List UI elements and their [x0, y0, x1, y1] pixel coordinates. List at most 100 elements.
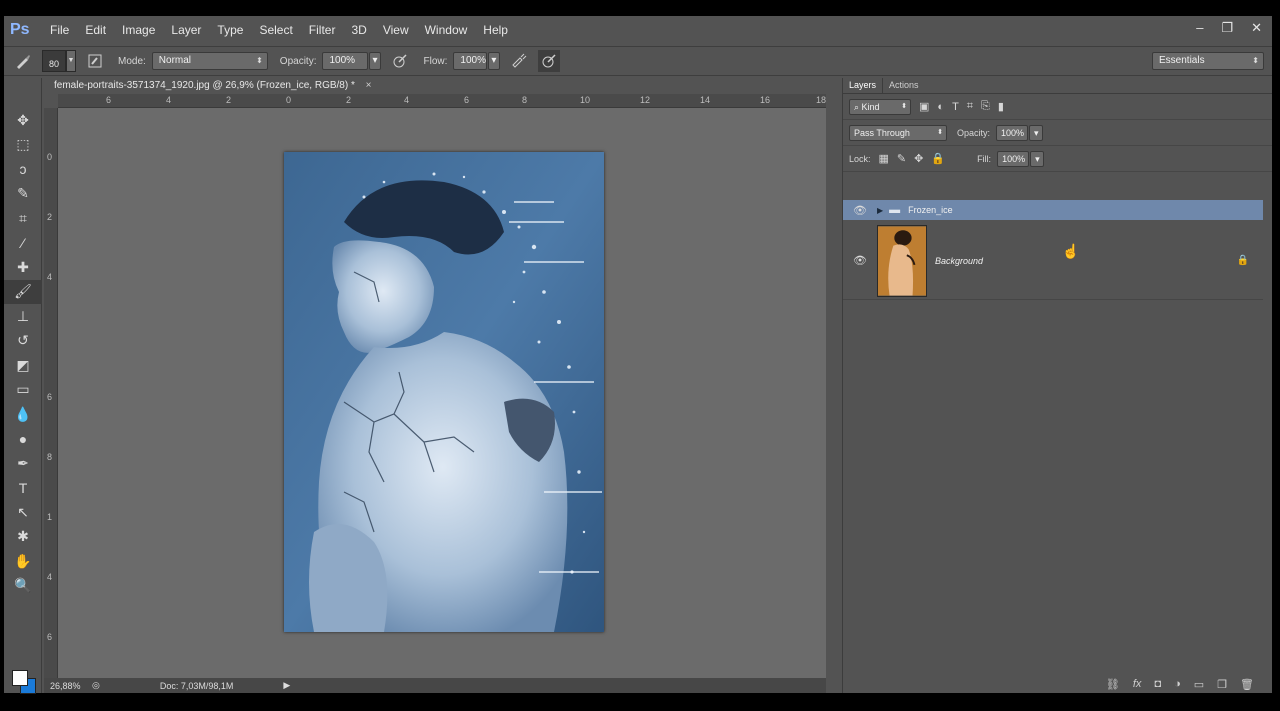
status-menu-arrow-icon[interactable]: ▶: [283, 680, 290, 691]
opacity-dropdown-icon[interactable]: ▾: [369, 52, 382, 70]
brush-size-field[interactable]: 80: [42, 50, 66, 72]
new-group-icon[interactable]: ▭: [1194, 678, 1204, 691]
delete-layer-icon[interactable]: 🗑: [1240, 678, 1254, 691]
crop-tool-icon[interactable]: ⌗: [4, 206, 42, 231]
menu-window[interactable]: Window: [425, 23, 468, 37]
filter-toggle-icon[interactable]: ▮: [998, 100, 1004, 113]
tab-actions[interactable]: Actions: [883, 78, 925, 93]
tab-layers[interactable]: Layers: [843, 78, 884, 93]
path-selection-tool-icon[interactable]: ↖: [4, 500, 42, 525]
chevron-down-icon: ⬍: [901, 102, 907, 110]
fill-field[interactable]: 100%: [997, 150, 1030, 167]
blur-tool-icon[interactable]: 💧: [4, 402, 42, 427]
eyedropper-tool-icon[interactable]: ⁄: [4, 231, 42, 256]
layer-row-background[interactable]: 👁 Background 🔒: [843, 222, 1263, 300]
restore-button[interactable]: ❐: [1221, 20, 1233, 36]
link-layers-icon[interactable]: ⛓: [1106, 678, 1120, 691]
status-bar: 26,88% ◎ Doc: 7,03M/98,1M ▶: [44, 678, 826, 693]
hand-tool-icon[interactable]: ✋: [4, 549, 42, 574]
brush-tool-preset-icon[interactable]: [12, 50, 34, 72]
lasso-tool-icon[interactable]: ↄ: [4, 157, 42, 182]
status-info-icon[interactable]: ◎: [92, 680, 100, 691]
opacity-dropdown-icon[interactable]: ▾: [1029, 124, 1044, 141]
opacity-field[interactable]: 100%: [322, 52, 369, 70]
ruler-tick: 2: [346, 95, 352, 105]
menu-help[interactable]: Help: [483, 23, 508, 37]
ruler-tick: 4: [47, 272, 53, 282]
menu-layer[interactable]: Layer: [171, 23, 201, 37]
menu-select[interactable]: Select: [259, 23, 292, 37]
quick-selection-tool-icon[interactable]: ✎: [4, 182, 42, 207]
minimize-button[interactable]: –: [1196, 20, 1203, 36]
pen-tool-icon[interactable]: ✒: [4, 451, 42, 476]
chevron-down-icon: ⬍: [937, 128, 943, 136]
dodge-tool-icon[interactable]: ●: [4, 427, 42, 452]
zoom-tool-icon[interactable]: 🔍: [4, 574, 42, 599]
tools-panel: ✥ ⬚ ↄ ✎ ⌗ ⁄ ✚ 🖌 ⊥ ↺ ◩ ▭ 💧 ● ✒ T ↖ ✱ ✋ 🔍: [4, 78, 42, 694]
workspace-select[interactable]: Essentials ⬍: [1152, 52, 1264, 70]
menu-image[interactable]: Image: [122, 23, 155, 37]
foreground-color-swatch[interactable]: [12, 670, 28, 686]
lock-transparency-icon[interactable]: ▦: [879, 152, 889, 165]
menu-filter[interactable]: Filter: [309, 23, 336, 37]
pressure-opacity-icon[interactable]: [389, 50, 411, 72]
menu-view[interactable]: View: [383, 23, 409, 37]
fill-dropdown-icon[interactable]: ▾: [1030, 150, 1045, 167]
layers-panel-footer: ⛓ fx ◘ ◑ ▭ ❐ 🗑: [843, 675, 1272, 693]
airbrush-icon[interactable]: [508, 50, 530, 72]
adjustment-layer-icon[interactable]: ◑: [1174, 678, 1181, 690]
type-tool-icon[interactable]: T: [4, 476, 42, 501]
blend-row: Pass Through ⬍ Opacity: 100% ▾: [843, 120, 1272, 146]
adjustment-layer-filter-icon[interactable]: ◐: [937, 101, 944, 113]
expand-arrow-icon[interactable]: ▶: [877, 206, 883, 215]
blend-mode-select[interactable]: Pass Through ⬍: [849, 124, 947, 141]
menu-bar: Ps File Edit Image Layer Type Select Fil…: [4, 16, 1272, 44]
move-tool-icon[interactable]: ✥: [4, 108, 42, 133]
menu-edit[interactable]: Edit: [85, 23, 106, 37]
menu-file[interactable]: File: [50, 23, 69, 37]
ruler-tick: 12: [640, 95, 651, 105]
pressure-size-icon[interactable]: [538, 50, 561, 72]
app-logo: Ps: [10, 21, 30, 38]
close-button[interactable]: ✕: [1251, 20, 1262, 36]
add-mask-icon[interactable]: ◘: [1154, 678, 1161, 690]
lock-position-icon[interactable]: ✥: [914, 152, 923, 165]
menu-type[interactable]: Type: [217, 23, 243, 37]
visibility-eye-icon[interactable]: 👁: [849, 254, 871, 267]
layer-row-frozen-ice[interactable]: 👁 ▶ ▬ Frozen_ice: [843, 200, 1263, 220]
history-brush-tool-icon[interactable]: ↺: [4, 329, 42, 354]
layer-opacity-field[interactable]: 100%: [996, 124, 1029, 141]
ruler-tick: 8: [522, 95, 528, 105]
brush-size-dropdown-icon[interactable]: ▼: [66, 50, 76, 72]
brush-panel-toggle-icon[interactable]: [84, 50, 106, 72]
fx-icon[interactable]: fx: [1133, 678, 1142, 690]
type-layer-filter-icon[interactable]: T: [952, 101, 959, 113]
clone-stamp-tool-icon[interactable]: ⊥: [4, 304, 42, 329]
pixel-layer-filter-icon[interactable]: ▣: [919, 100, 929, 113]
eraser-tool-icon[interactable]: ◩: [4, 353, 42, 378]
doc-size-info: Doc: 7,03M/98,1M: [159, 680, 234, 691]
mode-select[interactable]: Normal ⬍: [151, 52, 268, 70]
layer-name[interactable]: Frozen_ice: [908, 205, 953, 215]
canvas-workspace[interactable]: [58, 108, 826, 678]
shape-tool-icon[interactable]: ✱: [4, 525, 42, 550]
zoom-level[interactable]: 26,88%: [50, 681, 88, 691]
lock-pixels-icon[interactable]: ✎: [897, 152, 906, 165]
new-layer-icon[interactable]: ❐: [1217, 678, 1227, 691]
brush-tool-icon[interactable]: 🖌: [4, 279, 42, 304]
flow-field[interactable]: 100%: [453, 52, 488, 70]
healing-brush-tool-icon[interactable]: ✚: [4, 255, 42, 280]
gradient-tool-icon[interactable]: ▭: [4, 378, 42, 403]
filter-kind-value: Kind: [861, 101, 880, 112]
smart-object-filter-icon[interactable]: ⎘: [981, 100, 990, 113]
filter-kind-select[interactable]: ⌕ Kind ⬍: [849, 98, 911, 115]
visibility-eye-icon[interactable]: 👁: [849, 204, 871, 217]
flow-dropdown-icon[interactable]: ▾: [488, 52, 501, 70]
menu-3d[interactable]: 3D: [351, 23, 366, 37]
layer-name[interactable]: Background: [935, 256, 983, 266]
frozen-ice-portrait-artwork[interactable]: [284, 152, 604, 632]
shape-layer-filter-icon[interactable]: ⌗: [967, 100, 973, 113]
close-tab-icon[interactable]: ×: [366, 80, 372, 91]
lock-all-icon[interactable]: 🔒: [931, 152, 945, 165]
marquee-tool-icon[interactable]: ⬚: [4, 133, 42, 158]
